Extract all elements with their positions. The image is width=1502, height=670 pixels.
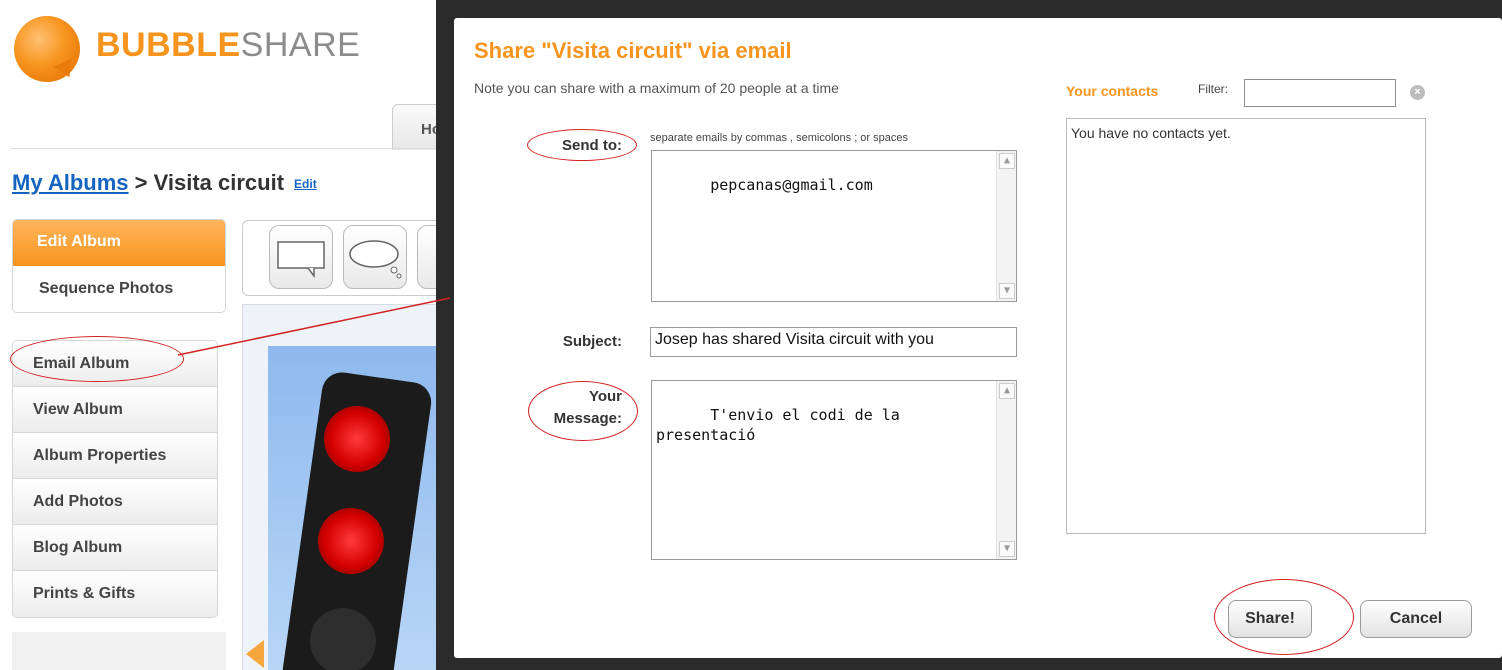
scroll-down-icon[interactable]: ▼	[999, 541, 1015, 557]
subject-label: Subject:	[562, 333, 622, 350]
contacts-filter-input[interactable]	[1244, 79, 1396, 107]
menu-item-view-album[interactable]: View Album	[13, 387, 217, 433]
thought-bubble-icon	[349, 240, 402, 279]
speech-bubble-icon	[277, 241, 325, 279]
menu-item-email-album[interactable]: Email Album	[13, 341, 217, 387]
album-actions-menu: Email Album View Album Album Properties …	[12, 340, 218, 618]
send-to-label: Send to:	[562, 137, 622, 154]
brand-name: BUBBLESHARE	[96, 26, 360, 65]
your-contacts-title: Your contacts	[1066, 83, 1159, 99]
brand-part-1: BUBBLE	[96, 26, 241, 64]
scroll-up-icon[interactable]: ▲	[999, 153, 1015, 169]
dialog-title: Share "Visita circuit" via email	[474, 38, 792, 63]
dialog-note: Note you can share with a maximum of 20 …	[474, 80, 839, 96]
speech-bubble-tool-button[interactable]	[269, 225, 333, 289]
traffic-light-red-middle	[318, 508, 384, 574]
menu-item-blog-album[interactable]: Blog Album	[13, 525, 217, 571]
share-button[interactable]: Share!	[1228, 600, 1312, 638]
contacts-list[interactable]: You have no contacts yet.	[1066, 118, 1426, 534]
cancel-button[interactable]: Cancel	[1360, 600, 1472, 638]
message-textarea[interactable]: T'envio el codi de la presentació ▲ ▼	[651, 380, 1017, 560]
edit-mode-panel: Edit Album Sequence Photos	[12, 219, 226, 313]
contacts-empty-message: You have no contacts yet.	[1071, 125, 1231, 141]
edit-album-button[interactable]: Edit Album	[13, 220, 225, 266]
breadcrumb-album-name: Visita circuit	[153, 170, 285, 195]
scroll-up-icon[interactable]: ▲	[999, 383, 1015, 399]
menu-item-prints-gifts[interactable]: Prints & Gifts	[13, 571, 217, 617]
message-scrollbar[interactable]: ▲ ▼	[996, 381, 1016, 559]
menu-item-album-properties[interactable]: Album Properties	[13, 433, 217, 479]
thought-bubble-tool-button[interactable]	[343, 225, 407, 289]
previous-photo-arrow-icon[interactable]	[246, 640, 264, 668]
send-to-textarea[interactable]: pepcanas@gmail.com ▲ ▼	[651, 150, 1017, 302]
traffic-light-off-bottom	[310, 608, 376, 670]
message-value: T'envio el codi de la presentació	[656, 406, 900, 444]
breadcrumb-my-albums-link[interactable]: My Albums	[12, 170, 129, 195]
breadcrumb: My Albums > Visita circuit Edit	[12, 170, 317, 196]
scroll-down-icon[interactable]: ▼	[999, 283, 1015, 299]
message-label-line-2: Message:	[553, 410, 622, 427]
message-label-line-1: Your	[588, 388, 622, 405]
header-divider	[10, 148, 450, 149]
edit-album-name-link[interactable]: Edit	[294, 177, 317, 191]
share-via-email-dialog: Share "Visita circuit" via email Note yo…	[454, 18, 1502, 658]
close-circle-icon[interactable]: ×	[1410, 85, 1425, 100]
menu-item-add-photos[interactable]: Add Photos	[13, 479, 217, 525]
traffic-light-red-top	[324, 406, 390, 472]
filter-label: Filter:	[1198, 82, 1228, 96]
page: BUBBLESHARE Ho My Albums > Visita circui…	[0, 0, 1502, 670]
caption-tools-strip	[242, 220, 481, 296]
subject-input[interactable]: Josep has shared Visita circuit with you	[650, 327, 1017, 357]
send-to-hint: separate emails by commas , semicolons ;…	[650, 132, 908, 144]
brand-part-2: SHARE	[240, 26, 361, 64]
send-to-value: pepcanas@gmail.com	[710, 176, 873, 194]
send-to-scrollbar[interactable]: ▲ ▼	[996, 151, 1016, 301]
breadcrumb-separator: >	[128, 170, 154, 195]
sidebar-footer-box	[12, 632, 226, 670]
sequence-photos-button[interactable]: Sequence Photos	[13, 266, 225, 312]
album-photo-traffic-light[interactable]	[268, 346, 454, 670]
